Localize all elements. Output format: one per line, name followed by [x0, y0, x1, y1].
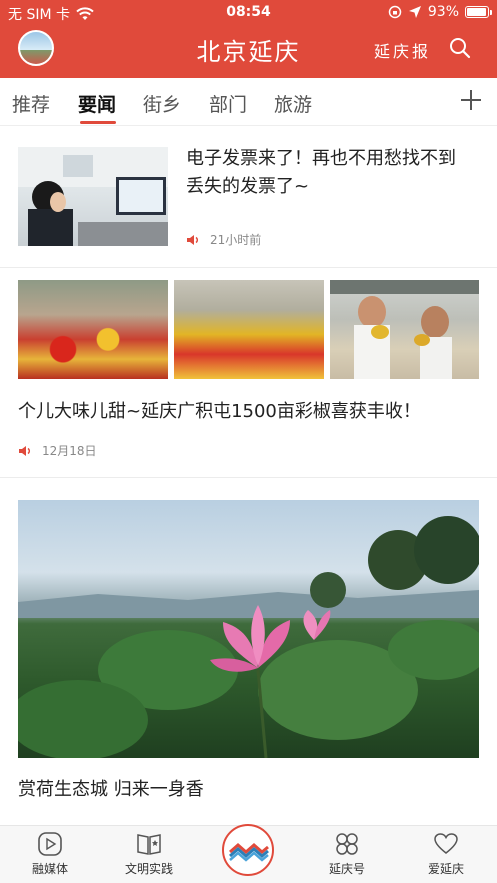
newspaper-link[interactable]: 延庆报: [374, 38, 431, 62]
battery-percent: 93%: [427, 4, 459, 20]
home-logo-icon: [229, 843, 269, 862]
tab-recommend[interactable]: 推荐: [12, 90, 50, 117]
tab-travel[interactable]: 旅游: [274, 90, 312, 117]
nav-label: 延庆号: [328, 862, 365, 876]
add-channel-icon[interactable]: [459, 88, 483, 112]
article-title: 个儿大味儿甜~延庆广积屯1500亩彩椒喜获丰收！: [18, 401, 421, 422]
article-title-line: 电子发票来了！再也不用愁找不到: [186, 148, 456, 169]
nav-media[interactable]: 融媒体: [5, 832, 95, 877]
battery-level: [467, 8, 486, 16]
article-meta: 21小时前: [186, 231, 261, 248]
article-time: 12月18日: [42, 444, 97, 458]
article-title-line: 丢失的发票了~: [186, 176, 310, 197]
orientation-lock-icon: [388, 5, 402, 19]
news-item[interactable]: 个儿大味儿甜~延庆广积屯1500亩彩椒喜获丰收！ 12月18日: [0, 268, 497, 478]
article-image-children: [330, 280, 479, 379]
article-image-lotus: [18, 500, 479, 758]
news-item[interactable]: 电子发票来了！再也不用愁找不到 丢失的发票了~ 21小时前: [0, 127, 497, 268]
article-image-peppers-2: [174, 280, 324, 379]
nav-label: 爱延庆: [427, 862, 464, 876]
battery-icon: [465, 6, 492, 18]
tab-towns[interactable]: 街乡: [143, 90, 181, 117]
location-icon: [408, 6, 421, 18]
nav-yanqing-account[interactable]: 延庆号: [302, 832, 392, 877]
search-icon[interactable]: [449, 37, 471, 59]
status-bar: 无 SIM 卡 08:54 93%: [0, 0, 497, 26]
article-time: 21小时前: [210, 233, 262, 247]
speaker-icon[interactable]: [186, 234, 200, 246]
nav-label: 融媒体: [31, 862, 68, 876]
app-header: 无 SIM 卡 08:54 93% 北京延庆 延庆报: [0, 0, 497, 78]
article-meta: 12月18日: [18, 442, 97, 459]
news-item[interactable]: 赏荷生态城 归来一身香: [0, 478, 497, 825]
speaker-icon[interactable]: [18, 445, 32, 457]
play-icon: [38, 832, 62, 856]
lotus-scene-image: [18, 516, 479, 758]
article-title: 电子发票来了！再也不用愁找不到 丢失的发票了~: [186, 145, 486, 201]
book-icon: [137, 834, 161, 855]
article-title: 赏荷生态城 归来一身香: [18, 779, 204, 800]
app-bar: 北京延庆 延庆报: [0, 26, 497, 78]
tab-headlines[interactable]: 要闻: [78, 90, 116, 117]
home-logo-button[interactable]: [222, 824, 274, 876]
status-right: 93%: [388, 4, 492, 20]
active-tab-underline: [80, 121, 116, 124]
nav-label: 文明实践: [124, 862, 173, 876]
office-scene-image: [18, 147, 168, 246]
article-thumbnail: [18, 147, 168, 246]
bottom-nav: 融媒体 文明实践 延庆号 爱延庆: [0, 824, 497, 883]
clover-icon: [336, 833, 358, 855]
nav-love-yanqing[interactable]: 爱延庆: [401, 832, 491, 877]
heart-icon: [434, 833, 458, 854]
children-scene-image: [330, 280, 479, 379]
article-image-peppers-1: [18, 280, 168, 379]
category-tabs: 推荐 要闻 街乡 部门 旅游: [0, 78, 497, 126]
tab-departments[interactable]: 部门: [209, 90, 247, 117]
nav-civilization[interactable]: 文明实践: [104, 832, 194, 877]
